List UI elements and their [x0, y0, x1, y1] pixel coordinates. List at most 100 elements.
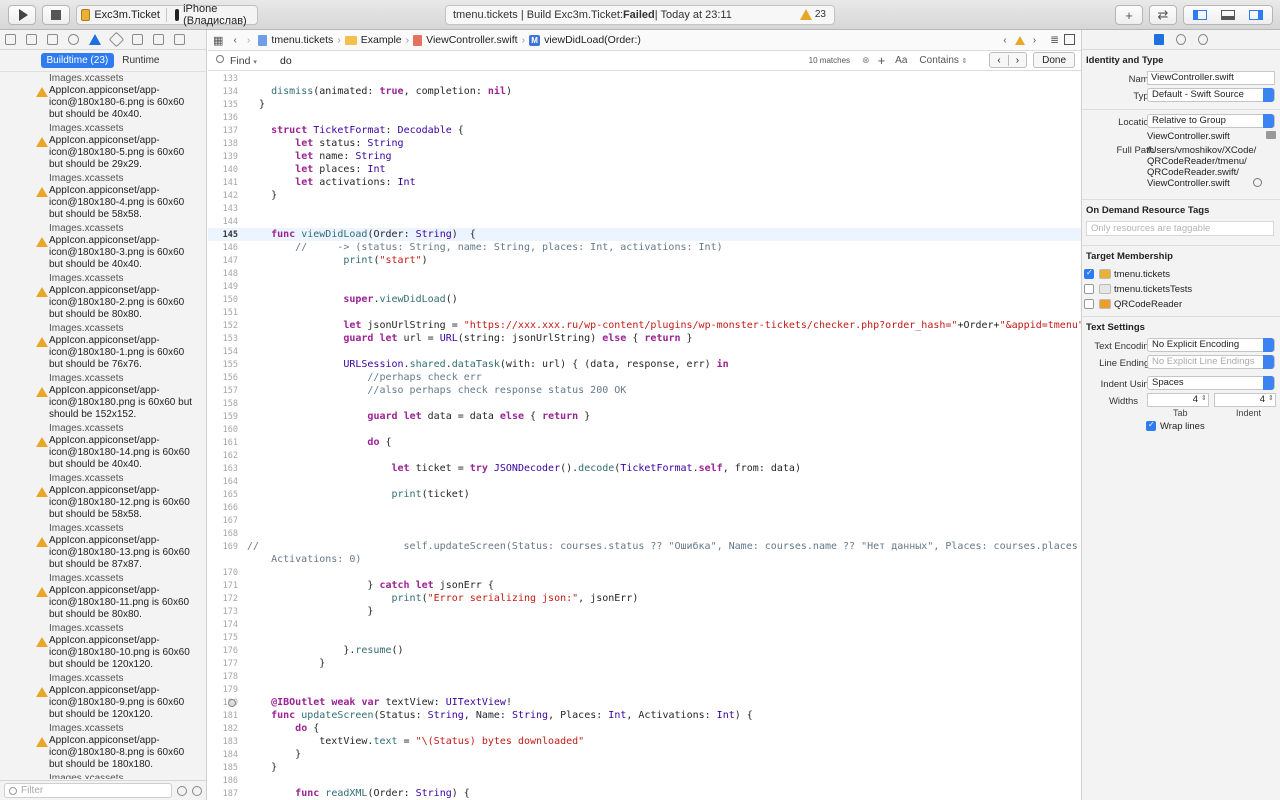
recent-filter-icon[interactable]	[177, 785, 187, 796]
code-line[interactable]: //perhaps check err	[247, 372, 481, 383]
jump-file[interactable]: ViewController.swift	[413, 34, 518, 46]
issue-file[interactable]: Images.xcassets	[0, 622, 206, 635]
find-mode-selector[interactable]: Find ▾	[230, 55, 280, 67]
type-popup[interactable]: Default - Swift Source	[1147, 88, 1275, 102]
issue-item[interactable]: AppIcon.appiconset/app-icon@180x180-13.p…	[0, 535, 206, 572]
report-icon[interactable]	[174, 34, 185, 45]
code-line[interactable]: guard let data = data else { return }	[247, 411, 590, 422]
minimap-icon[interactable]: ≣	[1050, 34, 1059, 46]
issue-file[interactable]: Images.xcassets	[0, 472, 206, 485]
issue-file[interactable]: Images.xcassets	[0, 722, 206, 735]
find-next-button[interactable]: ›	[1009, 55, 1026, 66]
code-line[interactable]: func viewDidLoad(Order: String) {	[247, 229, 476, 240]
segment-buildtime[interactable]: Buildtime (23)	[40, 53, 115, 68]
reveal-arrow-icon[interactable]	[1253, 178, 1262, 187]
code-line[interactable]: print(ticket)	[247, 489, 470, 500]
issue-file[interactable]: Images.xcassets	[0, 72, 206, 85]
version-editor-button[interactable]: ⇄	[1149, 5, 1177, 25]
code-line[interactable]: super.viewDidLoad()	[247, 294, 457, 305]
code-line[interactable]: } catch let jsonErr {	[247, 580, 493, 591]
find-input[interactable]: do	[280, 55, 292, 67]
indent-width-field[interactable]: 4	[1214, 393, 1276, 407]
issue-warning-icon[interactable]	[89, 34, 101, 45]
code-line[interactable]: let status: String	[247, 138, 403, 149]
code-line[interactable]: let jsonUrlString = "https://xxx.xxx.ru/…	[247, 320, 1081, 331]
issue-warning-icon[interactable]	[1014, 35, 1025, 45]
code-line[interactable]: Activations: 0)	[247, 554, 361, 565]
breakpoint-icon[interactable]	[153, 34, 164, 45]
source-control-icon[interactable]	[26, 34, 37, 45]
scheme-selector[interactable]: Exc3m.Ticket iPhone (Владислав)	[76, 3, 258, 27]
stop-button[interactable]	[42, 5, 70, 25]
issue-file[interactable]: Images.xcassets	[0, 172, 206, 185]
issue-item[interactable]: AppIcon.appiconset/app-icon@180x180-10.p…	[0, 635, 206, 672]
symbol-icon[interactable]	[47, 34, 58, 45]
code-line[interactable]: }	[247, 190, 277, 201]
scheme-device[interactable]: iPhone (Владислав)	[183, 3, 257, 27]
code-line[interactable]: dismiss(animated: true, completion: nil)	[247, 86, 512, 97]
outlet-connection-icon[interactable]	[228, 699, 236, 707]
target-checkbox[interactable]	[1084, 299, 1094, 309]
code-line[interactable]: //also perhaps check response status 200…	[247, 385, 626, 396]
issue-file[interactable]: Images.xcassets	[0, 772, 206, 779]
issue-item[interactable]: AppIcon.appiconset/app-icon@180x180-9.pn…	[0, 685, 206, 722]
issue-file[interactable]: Images.xcassets	[0, 672, 206, 685]
case-toggle[interactable]: Aa	[895, 55, 907, 66]
issue-item[interactable]: AppIcon.appiconset/app-icon@180x180-8.pn…	[0, 735, 206, 772]
issue-item[interactable]: AppIcon.appiconset/app-icon@180x180-5.pn…	[0, 135, 206, 172]
code-line[interactable]: URLSession.shared.dataTask(with: url) { …	[247, 359, 728, 370]
reveal-folder-icon[interactable]	[1266, 131, 1276, 139]
code-line[interactable]: do {	[247, 723, 319, 734]
issue-item[interactable]: AppIcon.appiconset/app-icon@180x180-14.p…	[0, 435, 206, 472]
encoding-popup[interactable]: No Explicit Encoding	[1147, 338, 1275, 352]
tab-stepper-icon[interactable]: ⇕	[1201, 394, 1207, 402]
warning-badge[interactable]: 23	[799, 9, 826, 20]
jump-project[interactable]: tmenu.tickets	[258, 34, 333, 46]
code-line[interactable]: print("Error serializing json:", jsonErr…	[247, 593, 639, 604]
jump-group[interactable]: Example	[344, 34, 402, 46]
jump-method[interactable]: MviewDidLoad(Order:)	[529, 34, 641, 46]
issue-file[interactable]: Images.xcassets	[0, 522, 206, 535]
inspector-toggle-icon[interactable]	[1249, 10, 1263, 20]
filter-input[interactable]: Filter	[4, 783, 172, 798]
folder-icon[interactable]	[5, 34, 16, 45]
issue-item[interactable]: AppIcon.appiconset/app-icon@180x180.png …	[0, 385, 206, 422]
code-line[interactable]: }	[247, 762, 277, 773]
find-previous-button[interactable]: ‹	[990, 54, 1009, 66]
code-line[interactable]: @IBOutlet weak var textView: UITextView!	[247, 697, 512, 708]
issue-file[interactable]: Images.xcassets	[0, 372, 206, 385]
file-inspector-icon[interactable]	[1154, 34, 1164, 45]
related-items-icon[interactable]: ▦	[213, 34, 223, 47]
code-line[interactable]: let ticket = try JSONDecoder().decode(Ti…	[247, 463, 801, 474]
code-line[interactable]: // -> (status: String, name: String, pla…	[247, 242, 722, 253]
match-type-selector[interactable]: Contains ⇕	[919, 55, 983, 66]
code-line[interactable]: let name: String	[247, 151, 391, 162]
code-line[interactable]: }	[247, 749, 301, 760]
scheme-target[interactable]: Exc3m.Ticket	[94, 9, 160, 21]
clear-icon[interactable]: ⊗	[862, 55, 870, 66]
code-line[interactable]: // self.updateScreen(Status: courses.sta…	[247, 541, 1081, 552]
search-icon[interactable]	[68, 34, 79, 45]
issue-item[interactable]: AppIcon.appiconset/app-icon@180x180-6.pn…	[0, 85, 206, 122]
issue-item[interactable]: AppIcon.appiconset/app-icon@180x180-3.pn…	[0, 235, 206, 272]
code-line[interactable]: }.resume()	[247, 645, 403, 656]
history-icon[interactable]	[1176, 34, 1186, 45]
panel-toggles[interactable]	[1183, 5, 1273, 25]
test-icon[interactable]	[108, 31, 125, 48]
code-line[interactable]: func readXML(Order: String) {	[247, 788, 470, 799]
code-line[interactable]: }	[247, 99, 265, 110]
location-popup[interactable]: Relative to Group	[1147, 114, 1275, 128]
target-checkbox[interactable]	[1084, 284, 1094, 294]
forward-arrow-icon[interactable]: ›	[247, 34, 251, 46]
debug-toggle-icon[interactable]	[1221, 10, 1235, 20]
issue-file[interactable]: Images.xcassets	[0, 122, 206, 135]
code-line[interactable]: let places: Int	[247, 164, 385, 175]
segment-runtime[interactable]: Runtime	[116, 53, 165, 68]
issue-item[interactable]: AppIcon.appiconset/app-icon@180x180-2.pn…	[0, 285, 206, 322]
find-done-button[interactable]: Done	[1033, 52, 1075, 68]
issue-item[interactable]: AppIcon.appiconset/app-icon@180x180-1.pn…	[0, 335, 206, 372]
target-checkbox[interactable]	[1084, 268, 1094, 279]
warning-filter-icon[interactable]	[192, 785, 202, 796]
tab-width-field[interactable]: 4	[1147, 393, 1209, 407]
next-issue-icon[interactable]: ›	[1033, 34, 1037, 46]
